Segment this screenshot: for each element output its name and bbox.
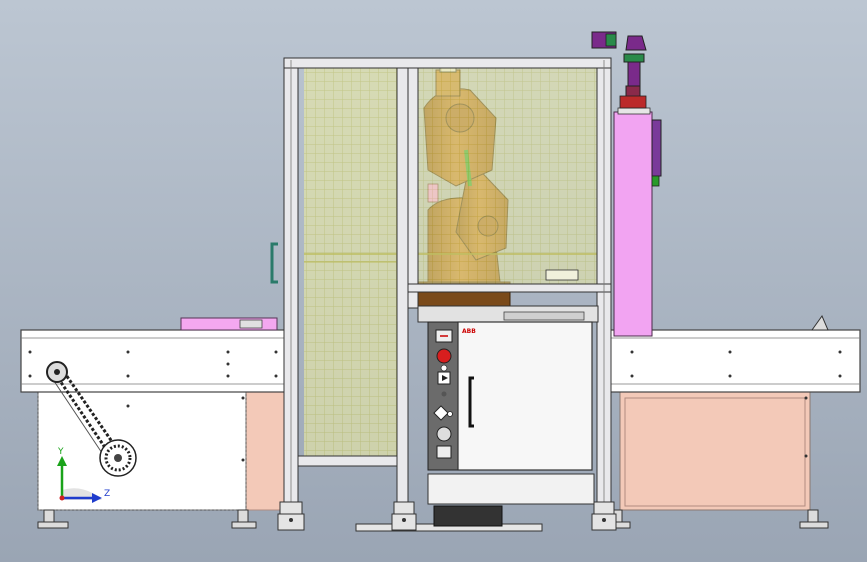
frame-post-center-left: [396, 57, 409, 515]
left-conveyor-bed: [20, 329, 288, 393]
robot-controller-cabinet: ABB: [427, 321, 595, 527]
controller-front-door: [457, 321, 593, 471]
controller-brand-label: ABB: [462, 328, 476, 335]
service-port: [436, 445, 452, 459]
selector-knob[interactable]: [436, 426, 452, 442]
frame-mid-rail: [407, 283, 612, 293]
cad-viewport: ABB Y Z: [0, 0, 867, 562]
frame-post-center-right: [407, 57, 419, 309]
pink-fixture-plate: [180, 317, 278, 331]
axis-origin: [59, 495, 65, 501]
emergency-stop-icon[interactable]: [436, 348, 452, 364]
axis-y-label: Y: [57, 447, 64, 457]
teach-pendant-box: [613, 111, 653, 337]
guard-mesh-right-upper: [416, 68, 602, 288]
guard-mesh-left: [304, 68, 408, 458]
frame-bottom-rail: [297, 455, 398, 467]
indicator-light: [440, 364, 448, 372]
axis-z-label: Z: [104, 489, 110, 499]
controller-plinth: [427, 473, 595, 505]
right-rear-panel: [619, 391, 811, 511]
right-conveyor-bed: [607, 329, 861, 393]
frame-top-rail: [283, 57, 612, 69]
